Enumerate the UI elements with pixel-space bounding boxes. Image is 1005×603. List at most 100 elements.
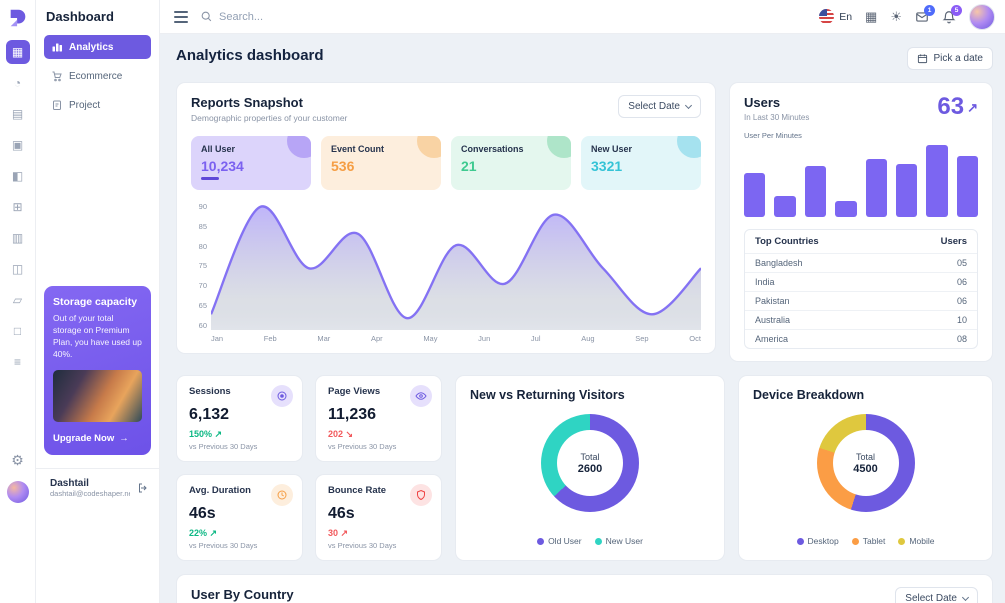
sidebar-item-project[interactable]: Project bbox=[44, 93, 151, 117]
devices-legend: Desktop Tablet Mobile bbox=[753, 536, 978, 548]
legend-item: Mobile bbox=[898, 536, 934, 546]
messages-icon[interactable]: 1 bbox=[915, 4, 935, 24]
page-title: Analytics dashboard bbox=[176, 47, 324, 64]
legend-dot-icon bbox=[594, 537, 602, 545]
calendar-icon bbox=[917, 53, 928, 64]
theme-sun-icon[interactable]: ☀ bbox=[890, 9, 902, 25]
tile-new-user[interactable]: New User 3321 bbox=[581, 136, 701, 190]
pages-icon[interactable]: ◧ bbox=[6, 164, 30, 188]
user-minute-bar bbox=[744, 172, 766, 217]
legend-item: Old User bbox=[537, 536, 582, 546]
chevron-down-icon bbox=[684, 101, 693, 110]
users-bar-chart bbox=[744, 145, 978, 217]
tile-event-count[interactable]: Event Count 536 bbox=[321, 136, 441, 190]
visitors-legend: Old User New User bbox=[470, 536, 710, 548]
country-select-date-button[interactable]: Select Date bbox=[895, 587, 978, 603]
topbar-actions: En ▦ ☀ 1 5 bbox=[819, 3, 995, 30]
sidebar-item-ecommerce[interactable]: Ecommerce bbox=[44, 64, 151, 88]
pick-a-date-button[interactable]: Pick a date bbox=[906, 47, 993, 70]
country-row: Pakistan 06 bbox=[745, 291, 977, 310]
arrow-right-icon: → bbox=[119, 433, 129, 444]
main-area: En ▦ ☀ 1 5 Analytics dashboard bbox=[160, 0, 1005, 603]
legend-item: Tablet bbox=[851, 536, 885, 546]
applications-icon[interactable]: ◔ bbox=[6, 71, 30, 95]
devices-title: Device Breakdown bbox=[753, 388, 865, 402]
tile-conversations[interactable]: Conversations 21 bbox=[451, 136, 571, 190]
user-minute-bar bbox=[804, 166, 827, 217]
y-tick-label: 80 bbox=[198, 241, 207, 251]
legend-dot-icon bbox=[537, 537, 545, 545]
user-minute-bar bbox=[895, 164, 918, 217]
y-tick-label: 90 bbox=[198, 202, 207, 211]
x-tick-label: Jul bbox=[530, 334, 541, 343]
table-header-row: Top Countries Users bbox=[755, 236, 967, 247]
x-tick-label: Apr bbox=[370, 334, 383, 343]
y-tick-label: 65 bbox=[198, 301, 207, 311]
sessions-card: Sessions 6,132 150% ↗ vs Previous 30 Day… bbox=[176, 375, 303, 462]
devices-donut-chart: Total 4500 bbox=[816, 414, 915, 512]
brand-logo-icon[interactable] bbox=[7, 7, 29, 29]
user-per-minutes-label: User Per Minutes bbox=[744, 131, 802, 140]
shield-icon bbox=[410, 484, 432, 506]
country-row: Bangladesh 05 bbox=[745, 253, 977, 272]
reports-subtitle: Demographic properties of your customer bbox=[191, 113, 348, 123]
users-title: Users bbox=[744, 95, 781, 110]
us-flag-icon bbox=[819, 9, 835, 24]
logout-icon[interactable] bbox=[137, 482, 149, 494]
device-breakdown-card: Device Breakdown Total 4500 Desktop Table… bbox=[738, 375, 993, 561]
hamburger-menu-icon[interactable] bbox=[174, 10, 188, 23]
x-tick-label: May bbox=[423, 334, 438, 343]
legend-dot-icon bbox=[851, 537, 859, 545]
visitors-donut-chart: Total 2600 bbox=[541, 414, 639, 512]
sidebar-item-label: Ecommerce bbox=[69, 70, 123, 82]
target-icon bbox=[271, 385, 293, 407]
search-input[interactable] bbox=[219, 10, 419, 23]
components-icon[interactable]: ▤ bbox=[6, 102, 30, 126]
x-tick-label: Jan bbox=[211, 334, 224, 343]
trend-area-chart bbox=[211, 205, 701, 330]
legend-item: New User bbox=[594, 536, 643, 546]
profile-avatar[interactable] bbox=[969, 3, 995, 30]
x-tick-label: Feb bbox=[263, 334, 277, 343]
user-minute-bar bbox=[774, 195, 796, 217]
rail-user-avatar[interactable] bbox=[6, 481, 29, 503]
country-row: Australia 10 bbox=[745, 310, 977, 329]
x-tick-label: Mar bbox=[317, 334, 331, 343]
forms-icon[interactable]: ▣ bbox=[6, 133, 30, 157]
maps-icon[interactable]: ▱ bbox=[6, 288, 30, 312]
users-subtitle: In Last 30 Minutes bbox=[744, 113, 810, 122]
row-user-by-country: User By Country Select Date bbox=[176, 574, 993, 603]
storage-body: Out of your total storage on Premium Pla… bbox=[53, 313, 142, 360]
tile-all-user[interactable]: All User 10,234 bbox=[191, 136, 311, 190]
tables-icon[interactable]: ▥ bbox=[6, 226, 30, 250]
dashboard-icon[interactable]: ▦ bbox=[5, 40, 30, 64]
page-views-card: Page Views 11,236 202 ↘ vs Previous 30 D… bbox=[315, 375, 442, 462]
avg-duration-card: Avg. Duration 46s 22% ↗ vs Previous 30 D… bbox=[176, 474, 303, 561]
legend-item: Desktop bbox=[796, 536, 839, 546]
sidebar-item-analytics[interactable]: Analytics bbox=[44, 35, 151, 59]
apps-grid-icon[interactable]: ▦ bbox=[865, 9, 877, 25]
country-row: India 06 bbox=[745, 272, 977, 291]
sidebar-title: Dashboard bbox=[46, 9, 114, 24]
settings-icon[interactable]: ⚙ bbox=[6, 448, 30, 472]
notifications-bell-icon[interactable]: 5 bbox=[942, 4, 962, 24]
visitors-title: New vs Returning Visitors bbox=[470, 388, 625, 402]
reports-select-date-button[interactable]: Select Date bbox=[618, 95, 701, 118]
upgrade-now-button[interactable]: Upgrade Now → bbox=[53, 433, 142, 444]
report-tiles: All User 10,234 Event Count 536 Conversa… bbox=[191, 136, 701, 190]
language-selector[interactable]: En bbox=[819, 9, 852, 24]
icons-icon[interactable]: ◫ bbox=[6, 257, 30, 281]
clipboard-icon bbox=[51, 99, 63, 111]
sidebar-bottom-gap bbox=[44, 507, 151, 603]
user-minute-bar bbox=[835, 201, 857, 217]
clock-icon bbox=[271, 484, 293, 506]
trend-up-icon: ↗ bbox=[214, 429, 223, 439]
menu-icon[interactable]: ≡ bbox=[6, 350, 30, 374]
y-axis-labels: 90 85 80 75 70 65 60 bbox=[191, 202, 207, 330]
cart-icon bbox=[51, 70, 63, 82]
legend-dot-icon bbox=[796, 537, 804, 545]
charts-icon[interactable]: ⊞ bbox=[6, 195, 30, 219]
x-tick-label: Sep bbox=[635, 334, 649, 343]
files-icon[interactable]: □ bbox=[6, 319, 30, 343]
messages-badge: 1 bbox=[924, 4, 935, 16]
